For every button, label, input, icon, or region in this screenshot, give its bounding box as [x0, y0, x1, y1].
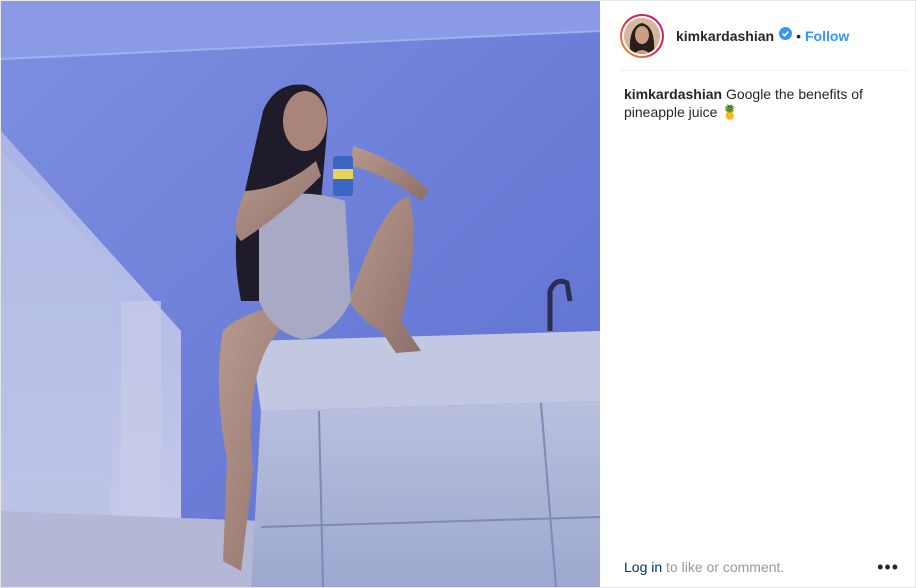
post-sidebar: kimkardashian • Follow kimkardashian Goo…: [600, 1, 915, 587]
post-photo[interactable]: [1, 1, 600, 587]
more-options-icon[interactable]: •••: [877, 558, 899, 576]
post-header: kimkardashian • Follow: [620, 1, 909, 71]
avatar[interactable]: [624, 17, 660, 54]
caption-username[interactable]: kimkardashian: [624, 86, 722, 102]
login-link[interactable]: Log in: [624, 559, 662, 575]
separator-dot: •: [796, 27, 801, 44]
follow-button[interactable]: Follow: [805, 28, 849, 44]
avatar-story-ring[interactable]: [620, 13, 664, 58]
username-link[interactable]: kimkardashian: [676, 28, 774, 44]
post-footer: Log in to like or comment. •••: [624, 558, 899, 576]
login-prompt: Log in to like or comment.: [624, 559, 784, 575]
avatar-icon: [624, 17, 660, 54]
verified-badge-icon: [779, 26, 793, 45]
instagram-post: kimkardashian • Follow kimkardashian Goo…: [0, 0, 916, 588]
pineapple-emoji: 🍍: [721, 104, 739, 120]
photo-image: [1, 1, 600, 587]
login-prompt-text: to like or comment.: [666, 559, 785, 575]
post-caption: kimkardashian Google the benefits of pin…: [624, 85, 889, 121]
